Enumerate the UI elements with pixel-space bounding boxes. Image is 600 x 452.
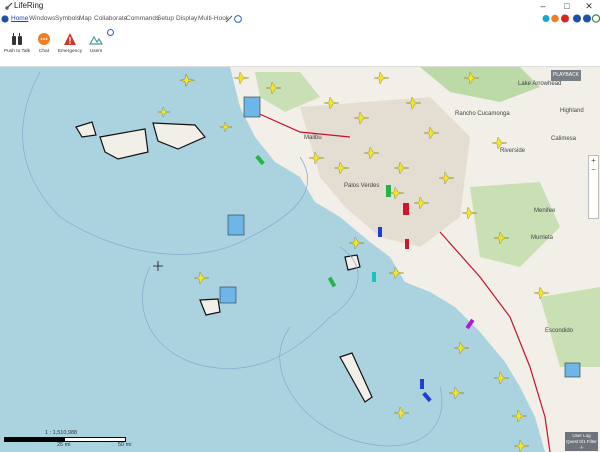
user-log-status: Quest 0/1 Filter -/- (566, 439, 597, 450)
place-riverside: Riverside (500, 148, 526, 154)
app-logo-icon (5, 2, 13, 10)
zoom-in-button[interactable]: + (589, 156, 598, 165)
menu-display[interactable]: Display (176, 15, 197, 22)
users-label: Users (89, 49, 103, 54)
boundary-line-2 (142, 246, 359, 369)
chat-bubble-icon (38, 33, 50, 45)
place-murrieta: Murrieta (531, 235, 554, 241)
chat-label: Chat (38, 49, 50, 54)
title-bar: LifeRing – □ ✕ (0, 0, 600, 12)
menu-windows[interactable]: Windows (29, 15, 55, 22)
window-title: LifeRing (14, 1, 44, 10)
ribbon-options-icon[interactable] (107, 29, 114, 36)
island-small (75, 121, 97, 138)
map-marker-box-4[interactable] (243, 96, 261, 118)
chat-status-icon (551, 14, 559, 23)
walkie-talkie-icon (12, 33, 22, 45)
place-menifee: Menifee (534, 208, 556, 214)
place-palos-verdes: Palos Verdes (344, 183, 380, 189)
map-view[interactable]: Lake Arrowhead Highland Rancho Cucamonga… (0, 67, 600, 452)
app-menu-icon[interactable] (1, 15, 9, 23)
alert-status-icon (561, 14, 569, 23)
menu-commands[interactable]: Commands (126, 15, 159, 22)
crosshair-cursor (153, 261, 163, 271)
map-marker-box[interactable] (227, 214, 245, 236)
place-lake-arrowhead: Lake Arrowhead (518, 81, 562, 87)
help-icon[interactable] (234, 15, 242, 23)
status-icons (542, 14, 600, 23)
place-escondido: Escondido (545, 328, 574, 334)
scale-label-50: 50 mi (118, 442, 132, 448)
urban-area (300, 97, 470, 247)
map-canvas[interactable] (0, 67, 600, 452)
place-rancho-cucamonga: Rancho Cucamonga (455, 111, 510, 117)
place-malibu: Malibu (304, 135, 322, 141)
menu-home[interactable]: Home (11, 15, 28, 22)
scale-ratio: 1 : 1,510,988 (45, 430, 78, 436)
place-calimesa: Calimesa (551, 136, 577, 142)
minimize-button[interactable]: – (532, 0, 554, 12)
island-anacapa (152, 122, 206, 150)
island-san-clemente (339, 352, 373, 403)
push-to-talk-label: Push to Talk (3, 49, 31, 54)
settings-icon (591, 14, 600, 23)
location-icon (542, 15, 550, 22)
map-marker-box-2[interactable] (219, 286, 237, 304)
zoom-in-icon (583, 14, 591, 23)
users-icon (89, 35, 103, 45)
menu-symbols[interactable]: Symbols (55, 15, 80, 22)
zoom-control[interactable]: + − (588, 155, 599, 219)
close-button[interactable]: ✕ (578, 0, 600, 12)
zoom-out-icon (573, 14, 581, 23)
link-icon[interactable] (225, 15, 233, 23)
menu-setup[interactable]: Setup (157, 15, 174, 22)
menu-bar: Home Windows Symbols Map Collaborate Com… (0, 12, 600, 26)
user-log-panel[interactable]: User Log Quest 0/1 Filter -/- (565, 432, 598, 451)
zoom-out-button[interactable]: − (589, 165, 598, 174)
push-to-talk-button[interactable]: Push to Talk (2, 32, 32, 54)
island-santa-cruz (99, 128, 149, 160)
scale-label-25: 25 mi (57, 442, 71, 448)
emergency-label: Emergency (57, 49, 83, 54)
island-catalina-north (344, 254, 361, 271)
ribbon-toolbar: Push to Talk Chat Emergency Users (0, 26, 600, 67)
playback-badge[interactable]: PLAYBACK (551, 70, 581, 81)
menu-map[interactable]: Map (79, 15, 92, 22)
map-marker-box-3[interactable] (564, 362, 581, 378)
menu-collaborate[interactable]: Collaborate (94, 15, 127, 22)
island-santa-barbara (199, 298, 221, 316)
warning-triangle-icon (64, 33, 76, 45)
scale-bar: 1 : 1,510,988 25 mi 50 mi (0, 430, 140, 452)
place-highland: Highland (560, 108, 584, 114)
maximize-button[interactable]: □ (556, 0, 578, 12)
